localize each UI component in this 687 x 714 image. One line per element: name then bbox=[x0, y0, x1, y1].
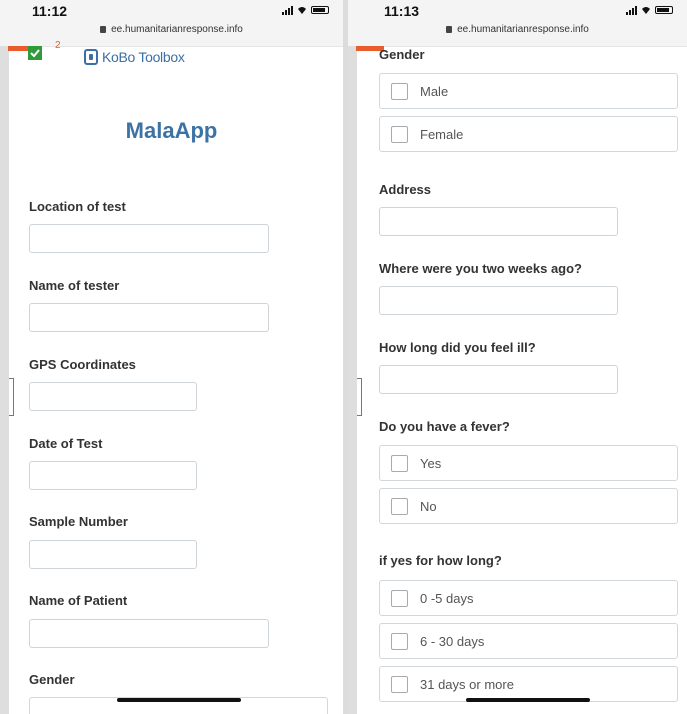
checkbox-icon[interactable] bbox=[391, 82, 408, 100]
option-label: Female bbox=[420, 126, 464, 142]
lock-icon bbox=[100, 26, 107, 33]
field-label-location: Location of test bbox=[29, 199, 126, 214]
right-screen: 11:13 ee.humanitarianresponse.info Gende… bbox=[348, 0, 687, 714]
field-label-sample: Sample Number bbox=[29, 514, 128, 529]
check-icon bbox=[28, 46, 42, 60]
field-label-gps: GPS Coordinates bbox=[29, 357, 136, 372]
field-label-address: Address bbox=[379, 182, 432, 197]
field-label-gender: Gender bbox=[379, 47, 425, 62]
sidebar bbox=[0, 46, 9, 714]
kobo-logo-text: KoBo Toolbox bbox=[102, 49, 185, 65]
home-indicator[interactable] bbox=[466, 698, 590, 702]
option-label: 0 -5 days bbox=[420, 590, 474, 606]
status-icons bbox=[626, 5, 673, 15]
field-label-fever-duration: if yes for how long? bbox=[379, 553, 502, 568]
wifi-icon bbox=[298, 7, 306, 14]
address-bar[interactable]: ee.humanitarianresponse.info bbox=[348, 24, 687, 35]
queue-count-badge: 2 bbox=[55, 40, 61, 51]
field-label-tester: Name of tester bbox=[29, 278, 120, 293]
sample-number-input[interactable] bbox=[29, 540, 197, 569]
field-label-two-weeks: Where were you two weeks ago? bbox=[379, 261, 582, 276]
address-bar[interactable]: ee.humanitarianresponse.info bbox=[0, 24, 343, 35]
checkbox-icon[interactable] bbox=[391, 454, 408, 472]
option-label: 31 days or more bbox=[420, 676, 514, 692]
left-screen: 11:12 ee.humanitarianresponse.info 2 KoB… bbox=[0, 0, 343, 714]
signal-icon bbox=[282, 5, 293, 15]
status-time: 11:13 bbox=[384, 3, 420, 19]
battery-icon bbox=[311, 6, 329, 14]
battery-icon bbox=[655, 6, 673, 14]
status-bar: 11:12 ee.humanitarianresponse.info bbox=[0, 0, 343, 47]
field-label-date: Date of Test bbox=[29, 436, 103, 451]
url-text: ee.humanitarianresponse.info bbox=[111, 24, 243, 35]
status-time: 11:12 bbox=[32, 3, 68, 19]
form-title: MalaApp bbox=[125, 118, 218, 143]
kobo-logo: KoBo Toolbox bbox=[84, 46, 185, 68]
field-label-ill-duration: How long did you feel ill? bbox=[379, 340, 536, 355]
ill-duration-input[interactable] bbox=[379, 365, 618, 394]
two-weeks-input[interactable] bbox=[379, 286, 618, 315]
date-input[interactable] bbox=[29, 461, 197, 490]
wifi-icon bbox=[642, 7, 650, 14]
checkbox-icon[interactable] bbox=[391, 589, 408, 607]
lock-icon bbox=[446, 26, 453, 33]
patient-name-input[interactable] bbox=[29, 619, 269, 648]
field-label-patient: Name of Patient bbox=[29, 593, 128, 608]
gender-option-female[interactable]: Female bbox=[379, 116, 678, 152]
duration-option-0-5[interactable]: 0 -5 days bbox=[379, 580, 678, 616]
sidebar-handle[interactable] bbox=[357, 378, 362, 416]
home-indicator[interactable] bbox=[117, 698, 241, 702]
gps-input[interactable] bbox=[29, 382, 197, 411]
fever-option-yes[interactable]: Yes bbox=[379, 445, 678, 481]
kobo-logo-icon bbox=[84, 49, 98, 65]
checkbox-icon[interactable] bbox=[391, 125, 408, 143]
duration-option-31-plus[interactable]: 31 days or more bbox=[379, 666, 678, 702]
checkbox-icon[interactable] bbox=[391, 497, 408, 515]
signal-icon bbox=[626, 5, 637, 15]
option-label: Yes bbox=[420, 455, 442, 471]
tester-name-input[interactable] bbox=[29, 303, 269, 332]
fever-option-no[interactable]: No bbox=[379, 488, 678, 524]
status-bar: 11:13 ee.humanitarianresponse.info bbox=[348, 0, 687, 47]
address-input[interactable] bbox=[379, 207, 618, 236]
field-label-fever: Do you have a fever? bbox=[379, 419, 510, 434]
duration-option-6-30[interactable]: 6 - 30 days bbox=[379, 623, 678, 659]
checkbox-icon[interactable] bbox=[391, 675, 408, 693]
checkbox-icon[interactable] bbox=[391, 632, 408, 650]
location-input[interactable] bbox=[29, 224, 269, 253]
gender-option-male[interactable]: Male bbox=[379, 73, 678, 109]
sidebar bbox=[348, 46, 357, 714]
status-icons bbox=[282, 5, 329, 15]
form-menu-tab[interactable] bbox=[8, 46, 28, 51]
field-label-gender: Gender bbox=[29, 672, 75, 687]
option-label: Male bbox=[420, 83, 449, 99]
option-label: No bbox=[420, 498, 437, 514]
option-label: 6 - 30 days bbox=[420, 633, 485, 649]
url-text: ee.humanitarianresponse.info bbox=[457, 24, 589, 35]
sidebar-handle[interactable] bbox=[9, 378, 14, 416]
